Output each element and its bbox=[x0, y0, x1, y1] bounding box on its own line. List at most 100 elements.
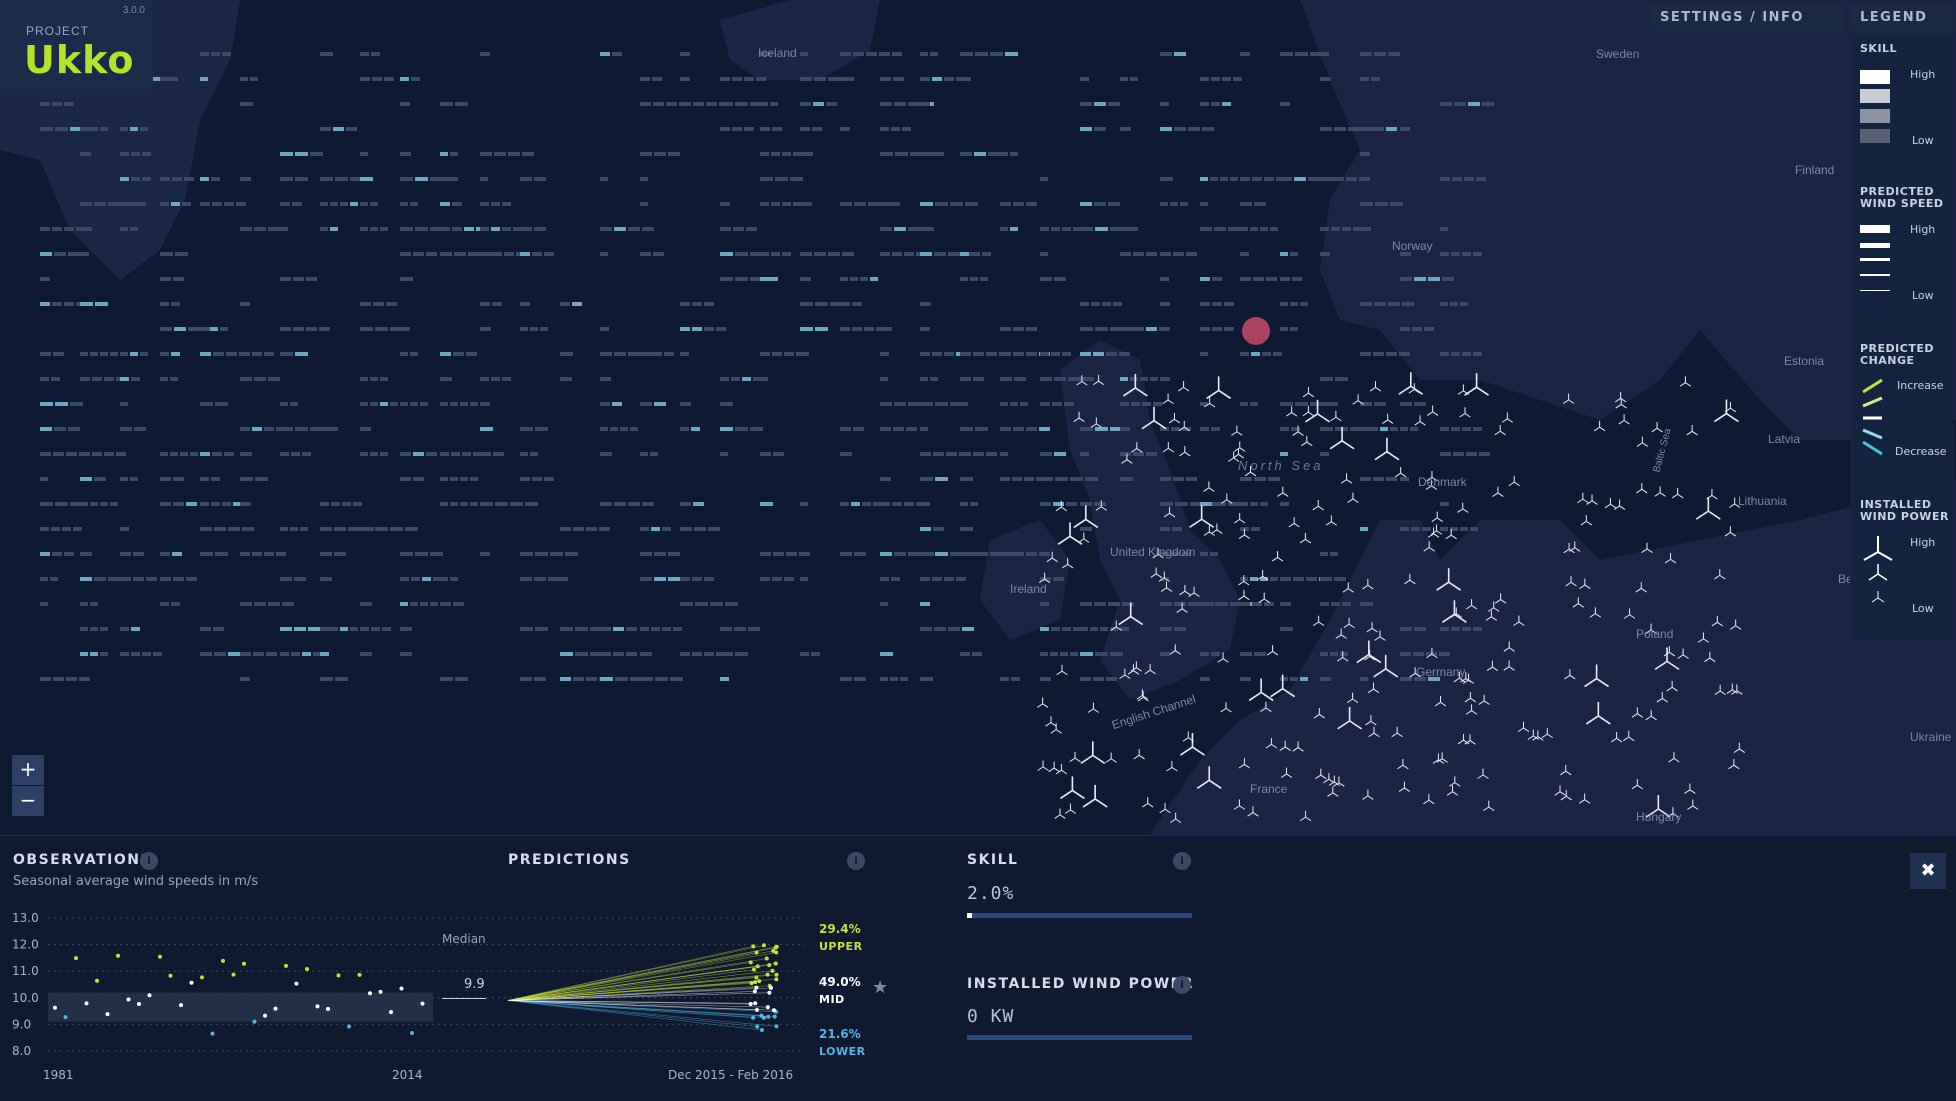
wind-speed-dash bbox=[52, 227, 62, 231]
wind-speed-dash bbox=[815, 302, 828, 306]
turbine-icon bbox=[1457, 384, 1470, 395]
zoom-out-button[interactable]: − bbox=[12, 786, 44, 816]
wind-speed-dash bbox=[90, 627, 98, 631]
wind-speed-dash bbox=[200, 352, 211, 356]
zoom-in-button[interactable]: + bbox=[12, 755, 44, 785]
turbine-icon bbox=[1055, 763, 1068, 775]
wind-speed-dash bbox=[770, 102, 778, 106]
wind-speed-dash bbox=[1320, 602, 1329, 606]
wind-speed-dash bbox=[960, 152, 972, 156]
wind-speed-dash bbox=[1320, 177, 1331, 181]
star-icon[interactable]: ★ bbox=[872, 977, 888, 998]
wind-speed-dash bbox=[800, 202, 812, 206]
wind-speed-dash bbox=[800, 502, 808, 506]
wind-speed-dash bbox=[1346, 177, 1357, 181]
wind-speed-dash bbox=[620, 427, 628, 431]
wind-speed-dash bbox=[760, 552, 771, 556]
wind-speed-dash bbox=[100, 652, 108, 656]
legend-tab[interactable]: LEGEND bbox=[1850, 5, 1954, 31]
wind-speed-dash bbox=[52, 552, 62, 556]
wind-speed-dash bbox=[40, 102, 50, 106]
wind-speed-dash bbox=[452, 202, 462, 206]
installed-power-info-icon[interactable]: i bbox=[1173, 976, 1191, 994]
wind-speed-dash bbox=[613, 627, 624, 631]
wind-speed-dash bbox=[53, 352, 64, 356]
map-label-poland: Poland bbox=[1636, 627, 1674, 641]
wind-speed-dash bbox=[972, 652, 982, 656]
wind-speed-dash bbox=[932, 77, 942, 81]
wind-speed-dash bbox=[1291, 427, 1300, 431]
map-label-ireland: Ireland bbox=[1010, 582, 1047, 596]
turbine-icon bbox=[1045, 716, 1057, 727]
turbine-icon bbox=[1325, 515, 1338, 526]
close-button[interactable]: ✖ bbox=[1910, 853, 1946, 889]
turbine-icon-medium bbox=[1868, 564, 1888, 581]
wind-speed-dash bbox=[94, 202, 106, 206]
wind-speed-dash bbox=[960, 352, 971, 356]
wind-speed-dash bbox=[52, 102, 62, 106]
wind-speed-dash bbox=[854, 202, 866, 206]
turbine-icon bbox=[1238, 589, 1250, 601]
wind-speed-dash bbox=[1320, 77, 1331, 81]
wind-speed-dash bbox=[1200, 652, 1209, 656]
wind-speed-dash bbox=[108, 577, 120, 581]
wind-speed-dash bbox=[1240, 177, 1250, 181]
wind-speed-dash bbox=[142, 177, 151, 181]
wind-speed-dash bbox=[280, 227, 288, 231]
wind-speed-dash bbox=[440, 227, 450, 231]
wind-speed-dash bbox=[970, 502, 978, 506]
predictions-info-icon[interactable]: i bbox=[847, 852, 865, 870]
wind-speed-dash bbox=[654, 577, 666, 581]
wind-speed-dash bbox=[353, 502, 362, 506]
wind-speed-dash bbox=[1402, 302, 1414, 306]
upper-label: UPPER bbox=[819, 940, 863, 953]
wind-speed-dash bbox=[1374, 402, 1386, 406]
wind-speed-dash bbox=[502, 227, 511, 231]
wind-speed-dash bbox=[626, 627, 637, 631]
wind-speed-dash bbox=[51, 527, 60, 531]
wind-speed-dash bbox=[240, 652, 251, 656]
wind-speed-dash bbox=[800, 352, 809, 356]
wind-speed-dash bbox=[1040, 502, 1051, 506]
wind-speed-dash bbox=[1428, 277, 1440, 281]
wind-speed-dash bbox=[1064, 402, 1074, 406]
wind-speed-dash bbox=[973, 377, 984, 381]
prediction-point bbox=[774, 950, 779, 955]
wind-speed-dash bbox=[850, 277, 858, 281]
wind-speed-dash bbox=[534, 677, 546, 681]
wind-speed-dash bbox=[319, 327, 330, 331]
wind-speed-dash bbox=[1120, 402, 1129, 406]
map-view[interactable]: Iceland Sweden Finland Norway Estonia La… bbox=[0, 0, 1956, 835]
observation-point bbox=[347, 1024, 351, 1029]
wind-speed-dash bbox=[1260, 227, 1268, 231]
wind-speed-dash bbox=[452, 227, 462, 231]
wind-speed-dash bbox=[302, 452, 311, 456]
wind-speed-dash bbox=[1102, 302, 1111, 306]
wind-speed-dash bbox=[1224, 302, 1234, 306]
turbine-icon bbox=[1347, 492, 1359, 503]
wind-speed-dash bbox=[1334, 577, 1346, 581]
wind-speed-dash bbox=[720, 427, 733, 431]
wind-speed-dash bbox=[1040, 227, 1049, 231]
wind-speed-dash bbox=[1320, 402, 1333, 406]
settings-info-tab[interactable]: SETTINGS / INFO bbox=[1650, 5, 1842, 31]
wind-speed-dash bbox=[853, 52, 864, 56]
wind-speed-dash bbox=[171, 352, 180, 356]
wind-speed-dash bbox=[413, 477, 424, 481]
wind-speed-dash bbox=[1464, 177, 1474, 181]
wind-speed-dash bbox=[760, 377, 768, 381]
wind-speed-dash bbox=[520, 302, 530, 306]
wind-speed-dash bbox=[880, 227, 892, 231]
wind-speed-dash bbox=[840, 77, 850, 81]
observation-point bbox=[420, 1001, 425, 1006]
wind-speed-dash bbox=[320, 502, 329, 506]
wind-speed-dash bbox=[892, 52, 902, 56]
wind-speed-dash bbox=[295, 352, 308, 356]
lower-label: LOWER bbox=[819, 1045, 866, 1058]
wind-speed-dash bbox=[1160, 627, 1172, 631]
wind-speed-dash bbox=[1095, 652, 1108, 656]
wind-speed-dash bbox=[320, 652, 329, 656]
app-logo[interactable]: 3.0.0 PROJECT Ukko bbox=[0, 0, 153, 94]
map-canvas[interactable] bbox=[0, 0, 1956, 835]
skill-info-icon[interactable]: i bbox=[1173, 852, 1191, 870]
